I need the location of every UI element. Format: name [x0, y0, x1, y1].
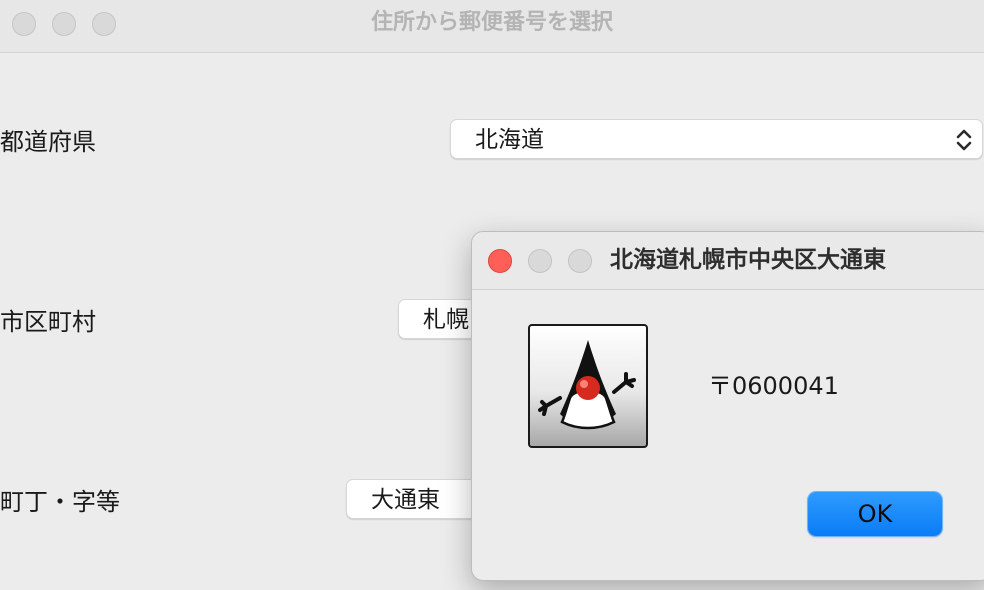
java-duke-icon — [528, 324, 648, 448]
town-label: 町丁・字等 — [0, 488, 120, 516]
prefecture-select[interactable]: 北海道 — [450, 119, 983, 159]
postal-code-dialog: 北海道札幌市中央区大通東 〒0600041 OK — [471, 231, 984, 581]
dialog-close-button[interactable] — [488, 249, 512, 273]
dialog-minimize-button[interactable] — [528, 249, 552, 273]
dialog-zoom-button[interactable] — [568, 249, 592, 273]
city-select-value: 札幌 — [423, 307, 469, 333]
prefecture-label: 都道府県 — [0, 128, 96, 156]
dialog-title: 北海道札幌市中央区大通東 — [610, 247, 886, 273]
postal-code-message: 〒0600041 — [708, 372, 839, 400]
main-window-title: 住所から郵便番号を選択 — [370, 10, 613, 35]
city-label: 市区町村 — [0, 308, 96, 336]
main-titlebar[interactable]: 住所から郵便番号を選択 — [0, 0, 984, 53]
prefecture-select-value: 北海道 — [475, 127, 544, 153]
updown-chevron-icon — [956, 129, 972, 151]
town-select-value: 大通東 — [371, 487, 440, 513]
ok-button[interactable]: OK — [808, 492, 942, 536]
dialog-titlebar[interactable]: 北海道札幌市中央区大通東 — [472, 232, 984, 290]
